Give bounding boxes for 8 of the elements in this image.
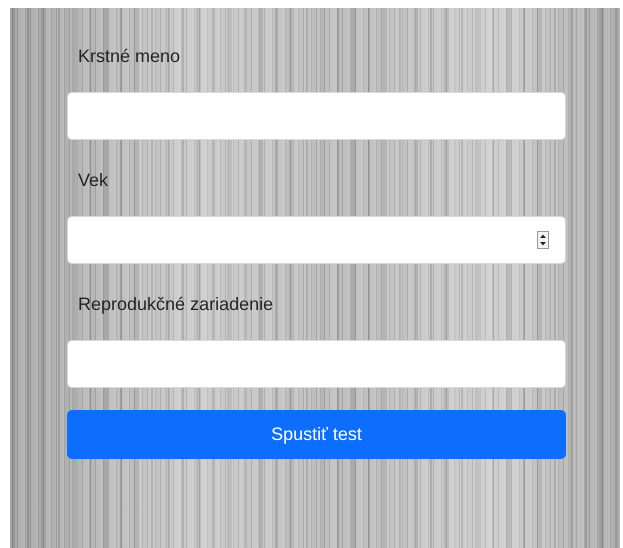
spinner-icon[interactable] — [537, 231, 549, 249]
field-label: Krstné meno — [78, 45, 182, 68]
field-label: Vek — [78, 169, 110, 192]
start-test-button[interactable]: Spustiť test — [67, 410, 566, 459]
input-field[interactable] — [67, 216, 566, 264]
field-label: Reprodukčné zariadenie — [78, 293, 274, 316]
input-field[interactable] — [67, 340, 566, 388]
input-field[interactable] — [67, 92, 566, 140]
